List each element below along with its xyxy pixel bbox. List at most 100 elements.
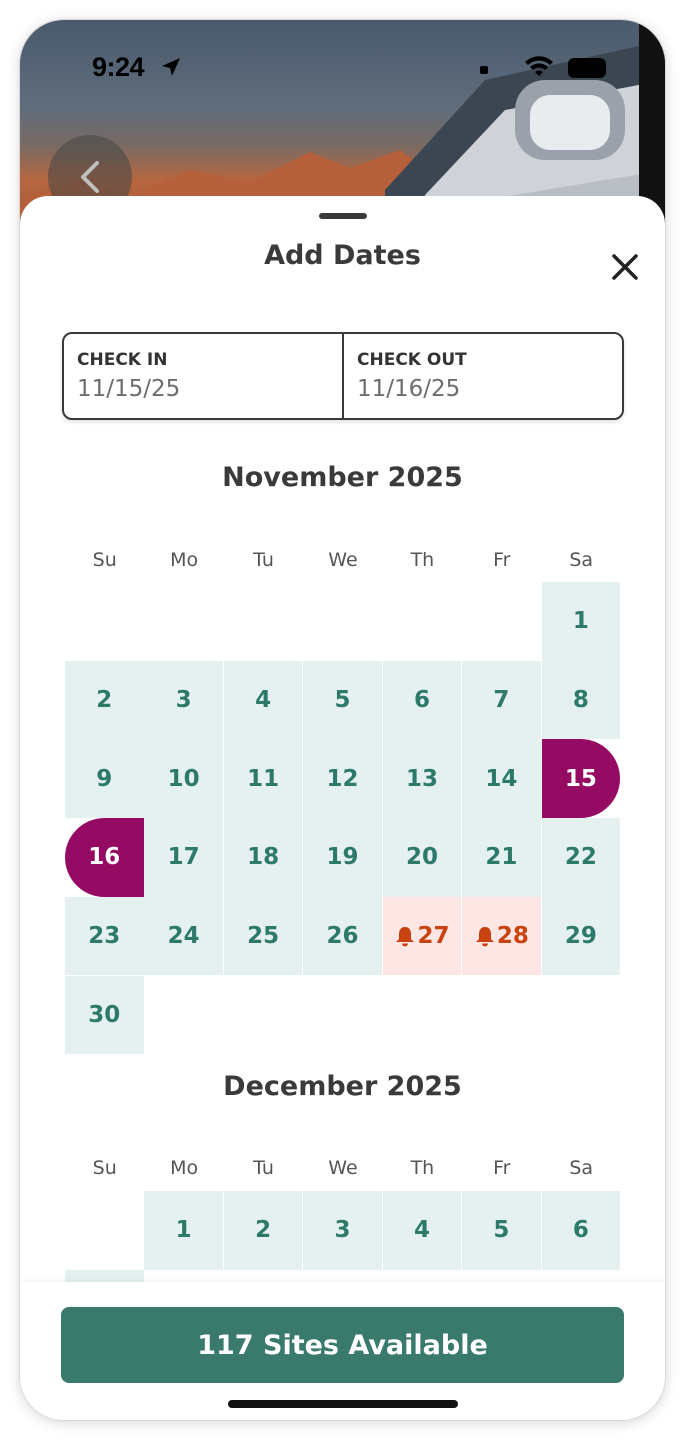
weekday-header: Su Mo Tu We Th Fr Sa xyxy=(65,1157,621,1179)
bottom-action-bar: 117 Sites Available xyxy=(20,1282,665,1420)
calendar-day-number: 26 xyxy=(326,923,359,950)
calendar-day-number: 6 xyxy=(413,686,430,713)
calendar-day-number: 9 xyxy=(96,765,113,792)
calendar-day[interactable]: 18 xyxy=(223,818,303,897)
calendar-day[interactable]: 2 xyxy=(65,660,144,740)
battery-icon xyxy=(568,58,606,78)
calendar-day-number: 15 xyxy=(564,765,597,792)
calendar-day[interactable]: 25 xyxy=(223,896,303,976)
weekday-label: Th xyxy=(410,549,435,571)
wifi-icon xyxy=(525,56,553,76)
calendar-day-number: 7 xyxy=(493,686,510,713)
calendar-day[interactable]: 3 xyxy=(144,660,223,740)
calendar-day[interactable]: 8 xyxy=(541,660,621,740)
close-icon[interactable] xyxy=(610,252,640,282)
calendar-day-number: 24 xyxy=(167,923,200,950)
calendar-day-number: 20 xyxy=(405,844,438,871)
calendar-day[interactable]: 11 xyxy=(223,739,303,818)
signal-icon xyxy=(480,66,488,74)
weekday-label: Th xyxy=(410,1157,435,1179)
month-title: November 2025 xyxy=(222,462,463,493)
calendar-day[interactable]: 14 xyxy=(462,739,541,818)
calendar-day[interactable]: 2 xyxy=(223,1191,303,1270)
calendar-day-number: 3 xyxy=(334,1217,351,1244)
calendar-day[interactable]: 7 xyxy=(462,660,541,740)
calendar-day[interactable]: 5 xyxy=(462,1191,541,1270)
calendar-day[interactable]: 22 xyxy=(541,818,621,897)
calendar-day[interactable]: 5 xyxy=(303,660,382,740)
calendar-day[interactable]: 17 xyxy=(144,818,223,897)
calendar-day[interactable]: 19 xyxy=(303,818,382,897)
calendar-day-number: 25 xyxy=(247,923,280,950)
calendar-day-number: 22 xyxy=(564,844,597,871)
calendar-day[interactable]: 4 xyxy=(382,1191,462,1270)
sites-available-button[interactable]: 117 Sites Available xyxy=(61,1307,624,1383)
calendar-day-number: 19 xyxy=(326,844,359,871)
status-bar: 9:24 xyxy=(20,20,665,82)
calendar-day[interactable]: 1 xyxy=(144,1191,223,1270)
calendar-day[interactable]: 21 xyxy=(462,818,541,897)
weekday-label: Mo xyxy=(170,1157,199,1179)
sheet-title: Add Dates xyxy=(264,240,421,271)
weekday-label: We xyxy=(328,1157,358,1179)
calendar-day[interactable]: 26 xyxy=(303,896,382,976)
calendar-day[interactable]: 6 xyxy=(541,1191,621,1270)
check-in-label: CHECK IN xyxy=(77,350,168,370)
calendar-day-number: 13 xyxy=(405,765,438,792)
calendar-day-number: 1 xyxy=(175,1217,192,1244)
calendar-day[interactable]: 9 xyxy=(65,739,144,818)
calendar-day-check-in[interactable]: 15 xyxy=(541,739,621,818)
calendar-grid: 1 2 3 4 5 6 7 8 9 10 11 12 13 14 15 16 17 18 19 20 21 22 23 24 2… xyxy=(65,582,621,1056)
calendar-day-number: 27 xyxy=(417,923,450,950)
check-out-value: 11/16/25 xyxy=(357,376,461,402)
calendar-day-number: 16 xyxy=(88,844,121,871)
weekday-label: Tu xyxy=(253,549,274,571)
calendar-day-number: 30 xyxy=(88,1001,121,1028)
calendar-day[interactable]: 13 xyxy=(382,739,462,818)
phone-frame: 9:24 Add Dates CHECK IN 11/15/25 CHECK O… xyxy=(20,20,665,1420)
calendar-day[interactable]: 10 xyxy=(144,739,223,818)
calendar-day[interactable]: 29 xyxy=(541,896,621,976)
weekday-label: Mo xyxy=(170,549,199,571)
weekday-label: Fr xyxy=(493,549,511,571)
calendar-day-number: 28 xyxy=(496,923,529,950)
calendar-day[interactable]: 4 xyxy=(223,660,303,740)
add-dates-sheet: Add Dates CHECK IN 11/15/25 CHECK OUT 11… xyxy=(20,196,665,1420)
home-indicator xyxy=(228,1400,458,1408)
calendar-day-number: 11 xyxy=(247,765,280,792)
calendar-day-number: 29 xyxy=(564,923,597,950)
calendar-day[interactable]: 1 xyxy=(541,582,621,661)
calendar-day-check-out[interactable]: 16 xyxy=(65,818,144,897)
calendar-day-number: 3 xyxy=(175,686,192,713)
calendar-day[interactable]: 30 xyxy=(65,975,144,1054)
calendar-day-number: 5 xyxy=(334,686,351,713)
calendar-day-alert[interactable]: 27 xyxy=(382,896,462,976)
calendar-day-number: 4 xyxy=(413,1217,430,1244)
calendar-day-number: 14 xyxy=(485,765,518,792)
calendar-day-number: 2 xyxy=(255,1217,272,1244)
weekday-label: Su xyxy=(92,1157,117,1179)
calendar-day[interactable]: 3 xyxy=(303,1191,382,1270)
date-range-field: CHECK IN 11/15/25 CHECK OUT 11/16/25 xyxy=(62,332,624,420)
chevron-left-icon xyxy=(81,161,99,193)
calendar-day[interactable]: 6 xyxy=(382,660,462,740)
check-out-field[interactable]: CHECK OUT 11/16/25 xyxy=(342,334,622,418)
calendar-day-number: 17 xyxy=(167,844,200,871)
bell-icon xyxy=(396,927,415,947)
calendar-day-number: 6 xyxy=(572,1217,589,1244)
calendar-day[interactable]: 23 xyxy=(65,896,144,976)
sheet-grabber[interactable] xyxy=(319,213,367,219)
weekday-label: Su xyxy=(92,549,117,571)
calendar-day[interactable]: 24 xyxy=(144,896,223,976)
calendar-day-number: 23 xyxy=(88,923,121,950)
calendar-day-number: 12 xyxy=(326,765,359,792)
calendar-day-number: 8 xyxy=(572,686,589,713)
weekday-header: Su Mo Tu We Th Fr Sa xyxy=(65,549,621,571)
check-out-label: CHECK OUT xyxy=(357,350,467,370)
weekday-label: Fr xyxy=(493,1157,511,1179)
calendar-day[interactable]: 12 xyxy=(303,739,382,818)
calendar-day[interactable]: 20 xyxy=(382,818,462,897)
calendar-day-alert[interactable]: 28 xyxy=(462,896,541,976)
calendar-day-number: 2 xyxy=(96,686,113,713)
check-in-field[interactable]: CHECK IN 11/15/25 xyxy=(64,334,342,418)
